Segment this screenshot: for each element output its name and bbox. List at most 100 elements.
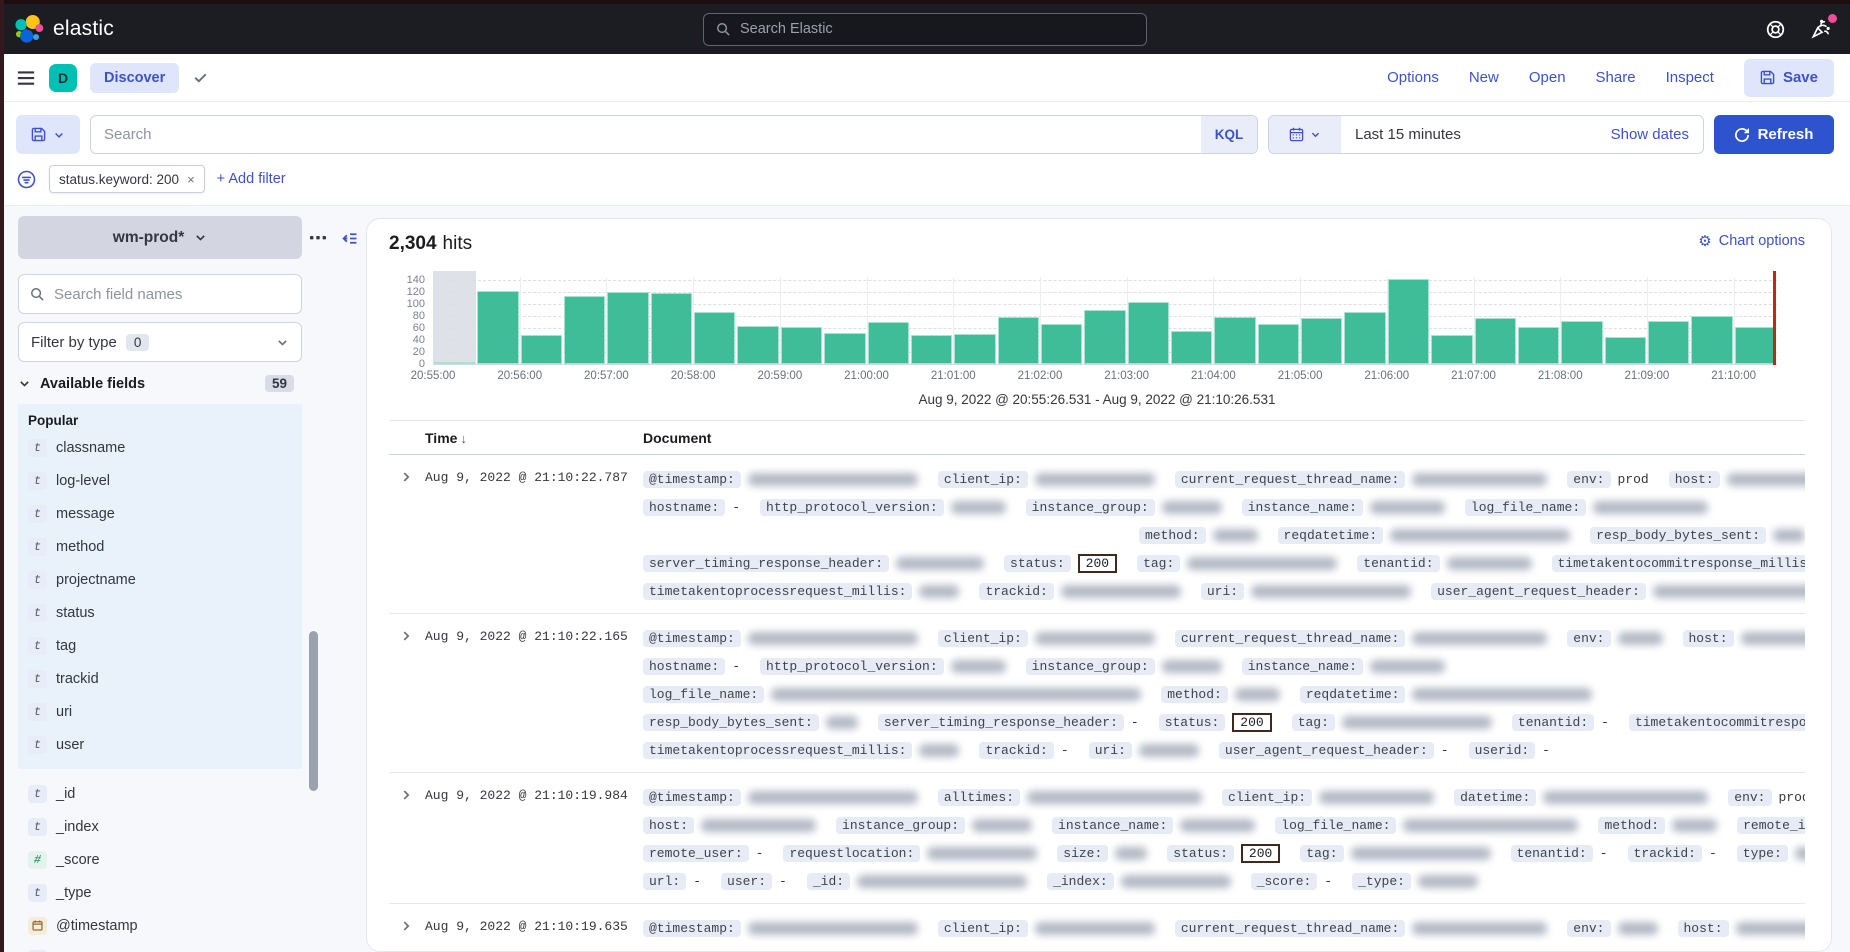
histogram-bar[interactable] [954, 334, 995, 364]
help-icon[interactable] [1765, 19, 1786, 40]
histogram-bar[interactable] [1475, 318, 1516, 364]
field-value-redacted [919, 585, 959, 598]
collapse-sidebar-icon[interactable] [341, 230, 358, 247]
inspect-link[interactable]: Inspect [1666, 69, 1714, 86]
sidebar-scrollbar-thumb[interactable] [309, 631, 318, 791]
add-filter-link[interactable]: + Add filter [217, 171, 286, 187]
histogram-bar[interactable] [434, 362, 475, 364]
date-picker: Last 15 minutes Show dates [1268, 115, 1704, 154]
filter-by-type-dropdown[interactable]: Filter by type 0 [18, 322, 302, 362]
sidebar-field-_type[interactable]: t_type [18, 876, 302, 909]
histogram-plot[interactable]: 140120100806040200 [433, 277, 1777, 365]
breadcrumb-discover[interactable]: Discover [90, 63, 179, 93]
field-name: classname [56, 440, 125, 456]
sidebar-field-status[interactable]: tstatus [18, 596, 302, 629]
document-field: instance_name: [1242, 499, 1445, 516]
histogram-bar[interactable] [1388, 279, 1429, 364]
histogram-bar[interactable] [1084, 310, 1125, 364]
histogram-bar[interactable] [1518, 327, 1559, 364]
sidebar-field-projectname[interactable]: tprojectname [18, 563, 302, 596]
histogram-bar[interactable] [1258, 324, 1299, 364]
chart-options-button[interactable]: ⚙ Chart options [1698, 233, 1805, 249]
document-field: status:200 [1167, 844, 1280, 863]
filter-menu-icon[interactable] [16, 169, 37, 190]
search-placeholder: Search [91, 126, 1201, 143]
sidebar-field-_index[interactable]: t_index [18, 810, 302, 843]
index-pattern-selector[interactable]: wm-prod* [18, 216, 302, 259]
sidebar-field-message[interactable]: tmessage [18, 497, 302, 530]
histogram-bar[interactable] [477, 291, 518, 364]
search-icon [30, 287, 45, 302]
show-dates-link[interactable]: Show dates [1611, 126, 1703, 143]
expand-row-icon[interactable] [389, 783, 425, 802]
sidebar-field-_id[interactable]: t_id [18, 777, 302, 810]
x-axis-tick-label: 21:02:00 [1018, 370, 1063, 382]
document-field-line: server_timing_response_header:status:200… [643, 549, 1805, 577]
sidebar-field-@timestamp[interactable]: @timestamp [18, 909, 302, 942]
time-range-value[interactable]: Last 15 minutes [1341, 126, 1611, 143]
kql-language-button[interactable]: KQL [1201, 116, 1257, 153]
histogram-bar[interactable] [607, 292, 648, 364]
sidebar-field-tag[interactable]: ttag [18, 629, 302, 662]
date-picker-calendar-button[interactable] [1269, 116, 1341, 153]
refresh-button[interactable]: Refresh [1714, 115, 1834, 154]
histogram-bar[interactable] [1648, 321, 1689, 364]
open-link[interactable]: Open [1529, 69, 1566, 86]
sidebar-field-trackid[interactable]: ttrackid [18, 662, 302, 695]
histogram-bar[interactable] [1214, 317, 1255, 364]
histogram-bar[interactable] [694, 312, 735, 364]
available-fields-count: 59 [265, 375, 294, 392]
news-feed-icon[interactable] [1810, 18, 1832, 40]
histogram-bar[interactable] [868, 322, 909, 364]
menu-hamburger-icon[interactable] [16, 68, 36, 88]
histogram-bar[interactable] [1691, 316, 1732, 364]
expand-row-icon[interactable] [389, 624, 425, 643]
field-search-input[interactable]: Search field names [18, 274, 302, 314]
saved-query-menu-button[interactable] [16, 115, 80, 154]
histogram-bar[interactable] [1128, 302, 1169, 364]
time-column-header[interactable]: Time↓ [425, 430, 643, 446]
sidebar-field-log-level[interactable]: tlog-level [18, 464, 302, 497]
sidebar-field-method[interactable]: tmethod [18, 530, 302, 563]
histogram-bar[interactable] [1344, 312, 1385, 364]
options-link[interactable]: Options [1387, 69, 1439, 86]
document-field: instance_group: [1026, 658, 1222, 675]
expand-row-icon[interactable] [389, 914, 425, 933]
new-link[interactable]: New [1469, 69, 1499, 86]
sidebar-field-user[interactable]: tuser [18, 728, 302, 761]
histogram-bar[interactable] [1735, 327, 1776, 364]
field-view-options-icon[interactable] [310, 230, 326, 246]
save-button[interactable]: Save [1744, 59, 1834, 97]
histogram-bar[interactable] [521, 335, 562, 364]
available-fields-accordion[interactable]: Available fields 59 [18, 375, 302, 392]
histogram-bar[interactable] [1561, 321, 1602, 364]
sidebar-field-uri[interactable]: turi [18, 695, 302, 728]
space-avatar[interactable]: D [49, 64, 77, 92]
sidebar-field-accountid[interactable]: taccountid [18, 942, 302, 952]
kql-search-input[interactable]: Search KQL [90, 115, 1258, 154]
histogram-bar[interactable] [651, 293, 692, 364]
sidebar-field-classname[interactable]: tclassname [18, 431, 302, 464]
histogram-bar[interactable] [824, 333, 865, 364]
filter-chip-close-icon[interactable]: × [187, 172, 195, 187]
histogram-bar[interactable] [781, 327, 822, 364]
field-label-pill: method: [1598, 817, 1665, 834]
global-search-input[interactable]: Search Elastic [703, 13, 1147, 46]
histogram-bar[interactable] [1431, 335, 1472, 364]
share-link[interactable]: Share [1596, 69, 1636, 86]
sidebar-field-_score[interactable]: #_score [18, 843, 302, 876]
histogram-bar[interactable] [998, 317, 1039, 364]
saved-search-check-icon[interactable] [192, 69, 209, 86]
histogram-bar[interactable] [1301, 318, 1342, 364]
expand-row-icon[interactable] [389, 465, 425, 484]
histogram-bar[interactable] [1605, 337, 1646, 364]
elastic-logo[interactable]: elastic [14, 14, 114, 44]
field-name: tag [56, 638, 76, 654]
histogram-bar[interactable] [737, 326, 778, 364]
filter-chip-status-200[interactable]: status.keyword: 200 × [49, 165, 205, 193]
histogram-bar[interactable] [1041, 324, 1082, 364]
histogram-bar[interactable] [1171, 331, 1212, 364]
document-field-line: hostname:-http_protocol_version:instance… [643, 652, 1805, 680]
histogram-bar[interactable] [564, 296, 605, 364]
histogram-bar[interactable] [911, 335, 952, 364]
